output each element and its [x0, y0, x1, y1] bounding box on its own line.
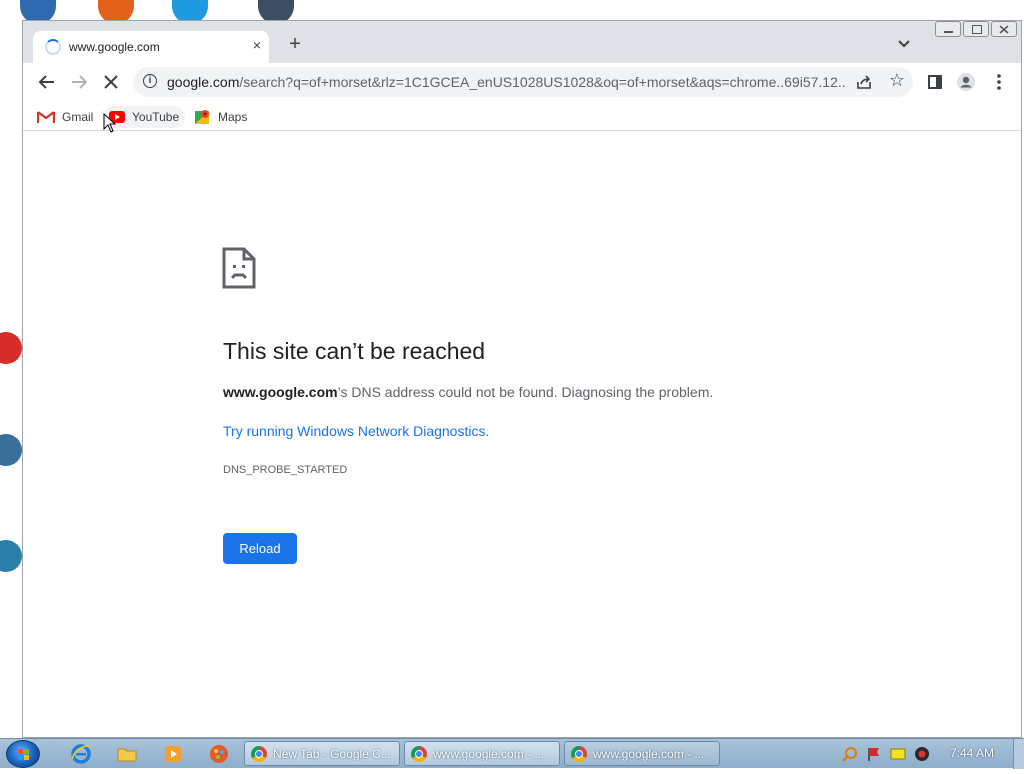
profile-avatar-icon[interactable] [956, 72, 976, 92]
mouse-cursor-icon [103, 113, 117, 133]
window-controls [935, 21, 1017, 39]
search-tray-icon[interactable] [842, 746, 858, 762]
taskbar-window-google-2[interactable]: www.google.com - ... [564, 741, 720, 766]
file-explorer-icon[interactable] [116, 743, 138, 765]
desktop-strip [0, 0, 22, 738]
forward-arrow-icon[interactable] [69, 72, 89, 92]
chrome-icon [411, 745, 427, 762]
internet-explorer-icon[interactable] [70, 743, 92, 765]
menu-kebab-icon[interactable] [989, 72, 1009, 92]
toolbar: i google.com/search?q=of+morset&rlz=1C1G… [23, 63, 1021, 101]
bookmark-label: YouTube [132, 110, 180, 124]
flag-tray-icon[interactable] [866, 746, 882, 762]
windows-logo-icon [18, 749, 29, 760]
tab-strip: www.google.com × + [23, 21, 1021, 63]
error-host: www.google.com [223, 384, 338, 400]
taskbar-window-label: www.google.com - ... [433, 746, 545, 761]
tab-title: www.google.com [69, 40, 160, 54]
stop-loading-icon[interactable] [101, 72, 121, 92]
taskbar-window-label: New Tab - Google C... [273, 746, 391, 761]
error-description-text: ’s DNS address could not be found. Diagn… [337, 384, 714, 400]
taskbar: New Tab - Google C... www.google.com - .… [0, 738, 1024, 769]
bookmark-label: Gmail [62, 110, 94, 124]
minimize-button[interactable] [935, 21, 961, 37]
error-description: www.google.com’s DNS address could not b… [223, 384, 713, 400]
chrome-icon [251, 745, 267, 762]
taskbar-window-label: www.google.com - ... [593, 746, 705, 761]
url-host: google.com [167, 74, 240, 90]
maps-icon [195, 110, 209, 124]
sad-file-icon [222, 247, 256, 289]
desktop-icon-teal[interactable] [0, 540, 22, 572]
notification-tray-icon[interactable] [890, 746, 906, 762]
taskbar-clock[interactable]: 7:44 AM [950, 746, 994, 760]
loading-spinner-icon [45, 39, 61, 55]
url-text[interactable]: google.com/search?q=of+morset&rlz=1C1GCE… [167, 74, 847, 90]
start-button[interactable] [6, 740, 40, 768]
bookmark-gmail[interactable]: Gmail [37, 106, 93, 128]
page-content: This site can’t be reached www.google.co… [23, 131, 1021, 737]
network-diagnostics-link[interactable]: Try running Windows Network Diagnostics. [223, 423, 489, 439]
back-arrow-icon[interactable] [37, 72, 57, 92]
tab-active[interactable]: www.google.com × [33, 31, 269, 63]
close-window-button[interactable] [991, 21, 1017, 37]
taskbar-window-google-1[interactable]: www.google.com - ... [404, 741, 560, 766]
chrome-icon [571, 745, 587, 762]
url-path: /search?q=of+morset&rlz=1C1GCEA_enUS1028… [239, 74, 847, 90]
bookmark-maps[interactable]: Maps [195, 106, 247, 128]
address-bar[interactable]: i google.com/search?q=of+morset&rlz=1C1G… [133, 67, 913, 97]
taskbar-window-newtab[interactable]: New Tab - Google C... [244, 741, 400, 766]
side-panel-icon[interactable] [925, 72, 945, 92]
error-title: This site can’t be reached [223, 338, 486, 364]
paint-app-icon[interactable] [208, 743, 230, 765]
bookmark-label: Maps [218, 110, 248, 124]
record-tray-icon[interactable] [914, 746, 930, 762]
gmail-icon [37, 110, 55, 123]
desktop-icon-blue[interactable] [0, 434, 22, 466]
desktop-icon-red[interactable] [0, 332, 22, 364]
share-icon[interactable] [855, 73, 873, 91]
new-tab-button[interactable]: + [285, 34, 305, 55]
restore-button[interactable] [963, 21, 989, 37]
show-desktop-button[interactable] [1013, 739, 1024, 769]
tab-close-icon[interactable]: × [253, 37, 261, 53]
bookmarks-bar: Gmail YouTube Maps [23, 101, 1021, 131]
media-player-icon[interactable] [162, 743, 184, 765]
error-code: DNS_PROBE_STARTED [223, 464, 348, 476]
tab-search-icon[interactable] [895, 37, 913, 51]
bookmark-star-icon[interactable]: ☆ [889, 70, 905, 91]
reload-button[interactable]: Reload [223, 533, 297, 564]
site-info-icon[interactable]: i [143, 74, 157, 88]
browser-window: www.google.com × + i google.com/search?q… [22, 20, 1022, 738]
